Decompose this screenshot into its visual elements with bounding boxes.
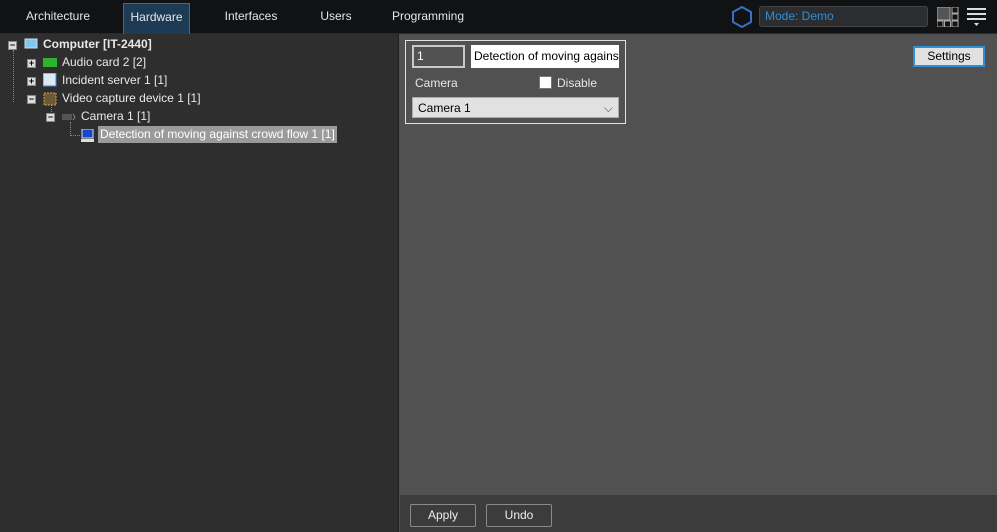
computer-icon bbox=[24, 38, 38, 49]
collapse-toggle[interactable]: − bbox=[8, 41, 17, 50]
undo-button[interactable]: Undo bbox=[486, 504, 552, 527]
collapse-toggle[interactable]: − bbox=[46, 113, 55, 122]
detector-icon bbox=[81, 129, 94, 142]
tab-architecture[interactable]: Architecture bbox=[16, 3, 100, 34]
tab-interfaces[interactable]: Interfaces bbox=[216, 3, 286, 34]
hardware-tree: − Computer [IT-2440] + Audio card 2 [2] … bbox=[0, 34, 399, 532]
camera-label: Camera bbox=[415, 76, 458, 90]
collapse-toggle[interactable]: − bbox=[27, 95, 36, 104]
tree-node-video-capture[interactable]: Video capture device 1 [1] bbox=[62, 90, 201, 107]
chevron-down-icon: ⌵ bbox=[603, 101, 613, 115]
menu-icon[interactable] bbox=[967, 8, 987, 28]
detector-panel: 1 Detection of moving against crowd flow… bbox=[405, 40, 626, 124]
object-number-input[interactable]: 1 bbox=[412, 45, 465, 68]
top-bar: Architecture Hardware Interfaces Users P… bbox=[0, 0, 997, 34]
settings-button[interactable]: Settings bbox=[913, 46, 985, 67]
tree-node-detection[interactable]: Detection of moving against crowd flow 1… bbox=[98, 126, 337, 143]
video-capture-icon bbox=[43, 92, 57, 106]
tab-hardware[interactable]: Hardware bbox=[123, 3, 190, 34]
apply-button[interactable]: Apply bbox=[410, 504, 476, 527]
tree-node-computer[interactable]: Computer [IT-2440] bbox=[43, 36, 152, 53]
tab-users[interactable]: Users bbox=[310, 3, 362, 34]
disable-checkbox[interactable] bbox=[539, 76, 552, 89]
mode-indicator[interactable]: Mode: Demo bbox=[759, 6, 928, 27]
layout-grid-icon[interactable] bbox=[937, 7, 959, 27]
camera-select[interactable]: Camera 1 ⌵ bbox=[412, 97, 619, 118]
camera-icon bbox=[62, 113, 76, 121]
audio-card-icon bbox=[43, 58, 57, 67]
tree-node-incident-server[interactable]: Incident server 1 [1] bbox=[62, 72, 167, 89]
tree-node-audio-card[interactable]: Audio card 2 [2] bbox=[62, 54, 146, 71]
bottom-bar: Apply Undo bbox=[400, 495, 997, 532]
tab-programming[interactable]: Programming bbox=[388, 3, 468, 34]
tree-node-camera[interactable]: Camera 1 [1] bbox=[81, 108, 150, 125]
disable-label: Disable bbox=[557, 76, 598, 90]
camera-select-value: Camera 1 bbox=[418, 101, 471, 115]
incident-server-icon bbox=[43, 73, 57, 87]
object-name-input[interactable]: Detection of moving against crowd flow 1 bbox=[471, 45, 619, 68]
expand-toggle[interactable]: + bbox=[27, 77, 36, 86]
hexagon-logo-icon bbox=[732, 6, 752, 28]
expand-toggle[interactable]: + bbox=[27, 59, 36, 68]
